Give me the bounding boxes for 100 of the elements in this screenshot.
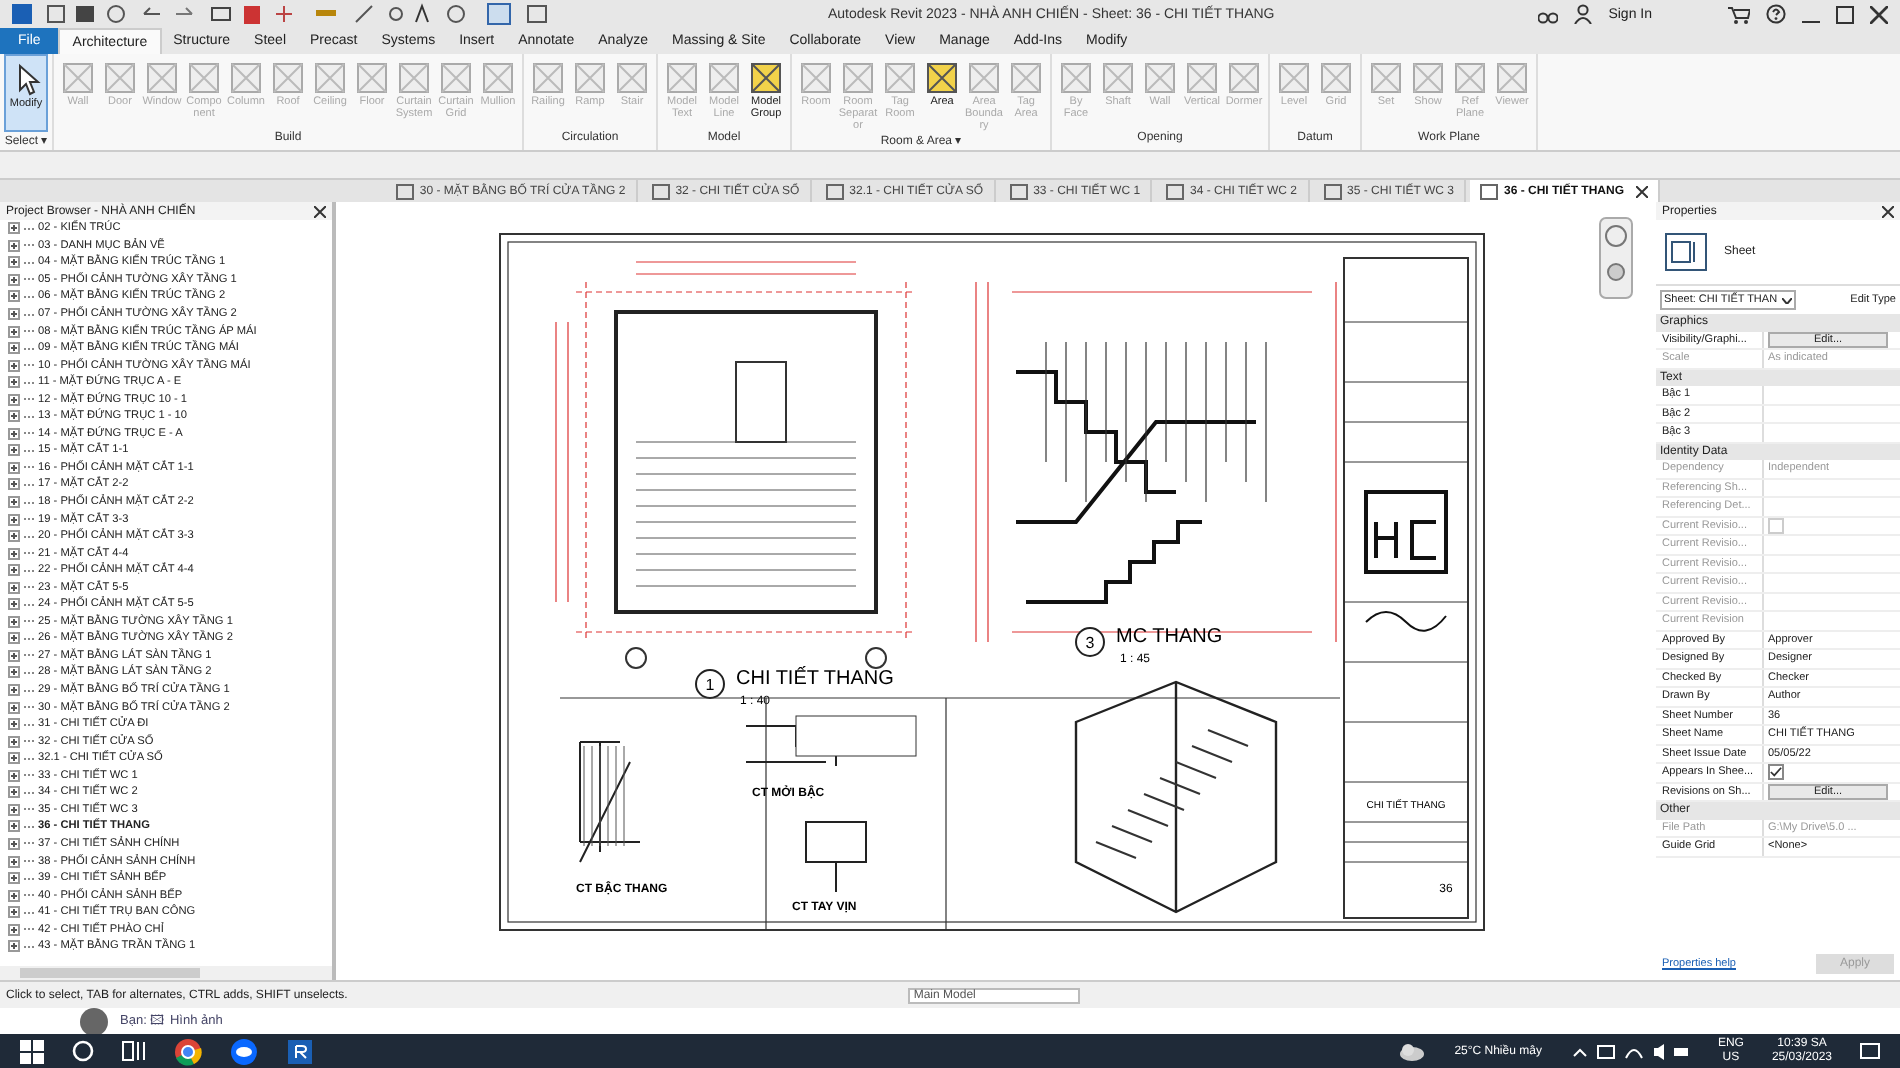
tool-icon [1226,60,1262,96]
expand-icon[interactable] [8,923,20,936]
system-tray-icons-drawing[interactable] [1569,1041,1690,1061]
expand-icon[interactable] [8,530,20,543]
view-title: MC THANG [1116,626,1223,648]
expand-icon[interactable] [8,752,20,765]
tool-icon [1494,60,1530,96]
cart-icon[interactable] [1728,5,1750,23]
view-title: CHI TIẾT THANG [736,668,894,690]
expand-icon[interactable] [8,615,20,628]
tool-icon [438,60,474,96]
sheet-icon [651,183,670,199]
expand-icon[interactable] [8,325,20,338]
expand-icon[interactable] [8,598,20,611]
tool-icon [530,60,566,96]
expand-icon[interactable] [8,461,20,474]
chat-app-icon[interactable] [230,1037,258,1065]
expand-icon[interactable] [8,222,20,235]
tool-icon [924,60,960,96]
expand-icon[interactable] [8,769,20,782]
tool-icon [840,60,876,96]
checkbox[interactable] [1768,764,1784,781]
tool-icon [1318,60,1354,96]
notification-icon[interactable] [1860,1041,1880,1061]
close-icon[interactable] [1882,205,1894,217]
expand-icon[interactable] [8,256,20,269]
close-icon[interactable] [314,205,326,217]
expand-icon[interactable] [8,513,20,526]
expand-icon[interactable] [8,547,20,560]
expand-icon[interactable] [8,427,20,440]
sheet-icon [1009,183,1028,199]
handrail-detail-drawing [805,821,867,893]
tool-icon [228,60,264,96]
search-icon[interactable] [72,1040,94,1062]
view-number-circle [695,669,725,699]
task-view-icon[interactable] [122,1040,146,1062]
expand-icon[interactable] [8,649,20,662]
expand-icon[interactable] [8,273,20,286]
sheet-icon [1323,183,1342,199]
expand-icon[interactable] [8,684,20,697]
weather-icon[interactable] [1398,1041,1427,1061]
tool-icon [396,60,432,96]
scrollbar-thumb[interactable] [20,968,200,978]
close-icon[interactable] [1636,185,1648,197]
tool-icon [312,60,348,96]
expand-icon[interactable] [8,410,20,423]
expand-icon[interactable] [8,581,20,594]
expand-icon[interactable] [8,701,20,714]
view-number: 3 [1085,634,1095,652]
tool-icon [614,60,650,96]
tool-icon [1058,60,1094,96]
expand-icon[interactable] [8,666,20,679]
navigation-wheel-icon[interactable] [1599,217,1633,299]
expand-icon[interactable] [8,308,20,320]
sheet-icon [1479,183,1498,199]
expand-icon[interactable] [8,393,20,406]
expand-icon[interactable] [8,855,20,867]
expand-icon[interactable] [8,478,20,491]
close-icon[interactable] [1870,5,1888,23]
expand-icon[interactable] [8,376,20,389]
tool-icon [1410,60,1446,96]
expand-icon[interactable] [8,820,20,833]
revit-app-icon[interactable] [286,1037,314,1065]
expand-icon[interactable] [8,564,20,577]
tool-icon [664,60,700,96]
expand-icon[interactable] [8,718,20,731]
tool-icon [966,60,1002,96]
expand-icon[interactable] [8,342,20,355]
tool-icon [60,60,96,96]
expand-icon[interactable] [8,889,20,902]
expand-icon[interactable] [8,290,20,303]
tool-icon [144,60,180,96]
expand-icon[interactable] [8,837,20,850]
sheet-icon [1664,232,1708,272]
expand-icon[interactable] [8,872,20,885]
expand-icon[interactable] [8,444,20,457]
expand-icon[interactable] [8,239,20,252]
browser-icon[interactable] [174,1037,202,1065]
expand-icon[interactable] [8,735,20,748]
expand-icon[interactable] [8,940,20,953]
sheet-icon [1166,183,1185,199]
expand-icon[interactable] [8,906,20,919]
expand-icon[interactable] [8,496,20,509]
tool-icon [1184,60,1220,96]
sheet-icon [395,183,414,199]
expand-icon[interactable] [8,359,20,372]
help-icon[interactable] [1766,4,1786,24]
tool-icon [354,60,390,96]
expand-icon[interactable] [8,632,20,645]
expand-icon[interactable] [8,803,20,816]
tool-icon [748,60,784,96]
expand-icon[interactable] [8,786,20,799]
user-icon[interactable] [1574,4,1593,24]
start-icon[interactable] [20,1039,44,1063]
sheet-icon [825,183,844,199]
maximize-icon[interactable] [1836,5,1854,23]
tool-icon [1368,60,1404,96]
stair-step-detail-drawing [579,741,641,863]
tool-icon [706,60,742,96]
avatar-icon [80,1007,108,1035]
